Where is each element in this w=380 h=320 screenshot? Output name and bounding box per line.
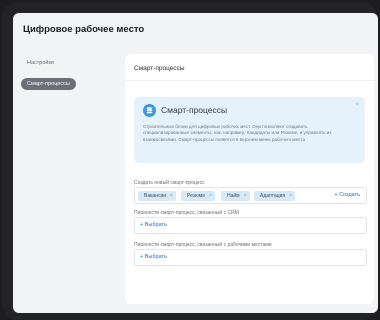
- chip-vacancies[interactable]: Вакансии ×: [138, 191, 176, 201]
- sidebar: Настройки Смарт-процессы: [21, 51, 121, 93]
- remove-icon[interactable]: ×: [170, 193, 173, 199]
- create-button[interactable]: + Создать: [334, 192, 360, 198]
- database-icon: [143, 104, 156, 117]
- remove-icon[interactable]: ×: [209, 193, 212, 199]
- select-button[interactable]: + Выбрать: [140, 222, 167, 228]
- create-process-field[interactable]: Вакансии × Резюме × Найм × Адаптация × + Соз…: [134, 187, 367, 204]
- crm-section-label: Перенести смарт-процесс, связанный с CRM: [134, 210, 239, 216]
- select-button[interactable]: + Выбрать: [140, 254, 167, 260]
- sidebar-item-smart-processes[interactable]: Смарт-процессы: [21, 78, 76, 90]
- main-panel: Смарт-процессы Смарт-процессы × Строител…: [125, 54, 374, 304]
- info-banner: Смарт-процессы × Строительные блоки для …: [134, 97, 365, 163]
- remove-icon[interactable]: ×: [289, 193, 292, 199]
- create-section-label: Создать новый смарт-процесс: [134, 180, 205, 186]
- chip-adaptation[interactable]: Адаптация ×: [254, 191, 296, 201]
- info-title: Смарт-процессы: [161, 105, 228, 115]
- workspace-process-field[interactable]: + Выбрать: [134, 249, 367, 266]
- crm-process-field[interactable]: + Выбрать: [134, 217, 367, 234]
- close-icon[interactable]: ×: [355, 102, 359, 108]
- page-title: Цифровое рабочее место: [23, 24, 145, 35]
- remove-icon[interactable]: ×: [244, 193, 247, 199]
- chip-hiring[interactable]: Найм ×: [221, 191, 250, 201]
- workspace-section-label: Перенести смарт-процесс, связанный с раб…: [134, 242, 272, 248]
- sidebar-item-settings[interactable]: Настройки: [21, 57, 60, 69]
- chip-resume[interactable]: Резюме ×: [181, 191, 215, 201]
- panel-header: Смарт-процессы: [125, 54, 374, 81]
- info-text: Строительные блоки для цифровых рабочих …: [143, 124, 332, 142]
- device-frame: Цифровое рабочее место Настройки Смарт-п…: [2, 2, 378, 320]
- screen: Цифровое рабочее место Настройки Смарт-п…: [13, 13, 378, 313]
